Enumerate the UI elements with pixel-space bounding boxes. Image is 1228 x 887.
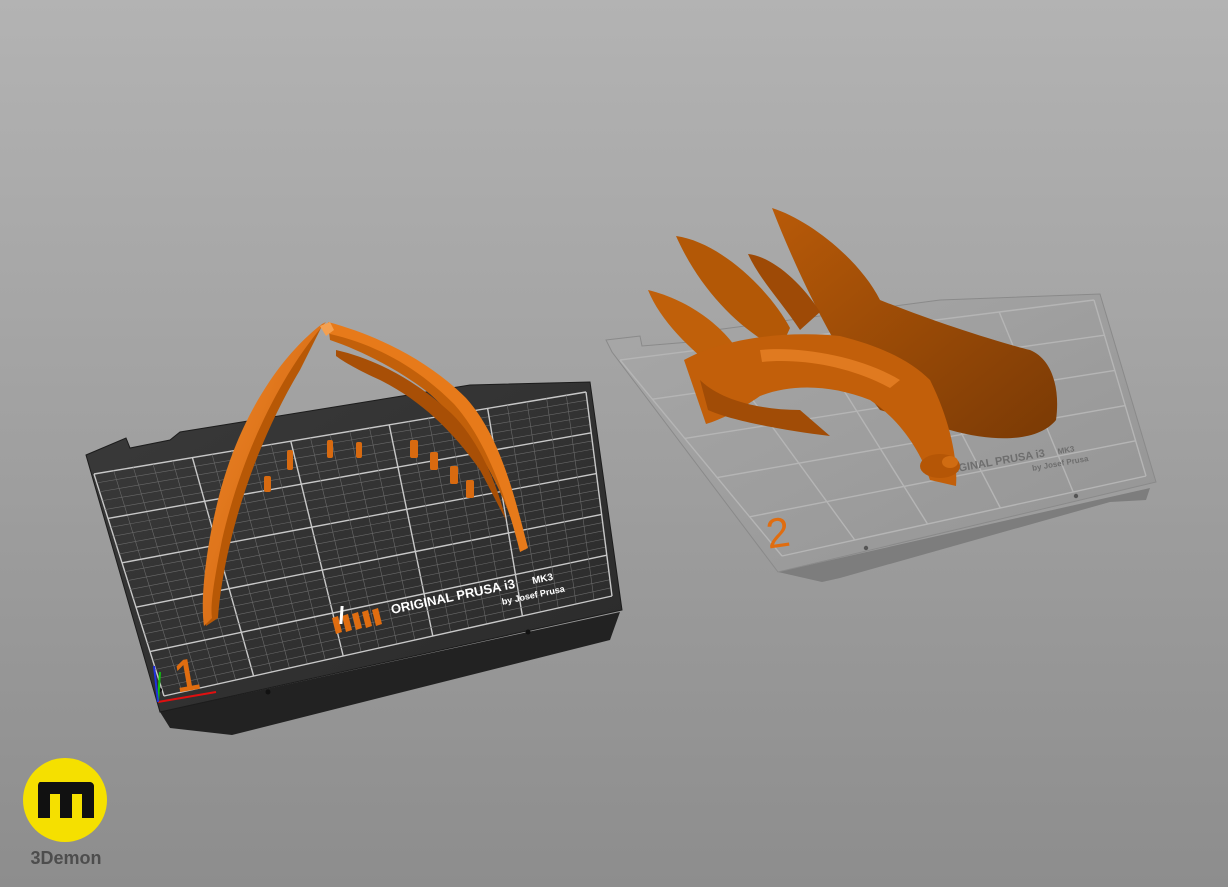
screw-icon [265,689,271,695]
screw-icon [1073,493,1079,499]
watermark-text: 3Demon [30,848,102,868]
3demon-logo-icon [23,758,107,842]
bed-surface-1 [85,381,623,713]
screw-icon [525,629,531,635]
bed-plate-1[interactable]: ORIGINAL PRUSA i3 MK3 by Josef Prusa 1 [85,381,623,735]
screw-icon [863,545,869,551]
3d-viewport[interactable]: ORIGINAL PRUSA i3 MK3 by Josef Prusa 1 O… [0,0,1228,887]
